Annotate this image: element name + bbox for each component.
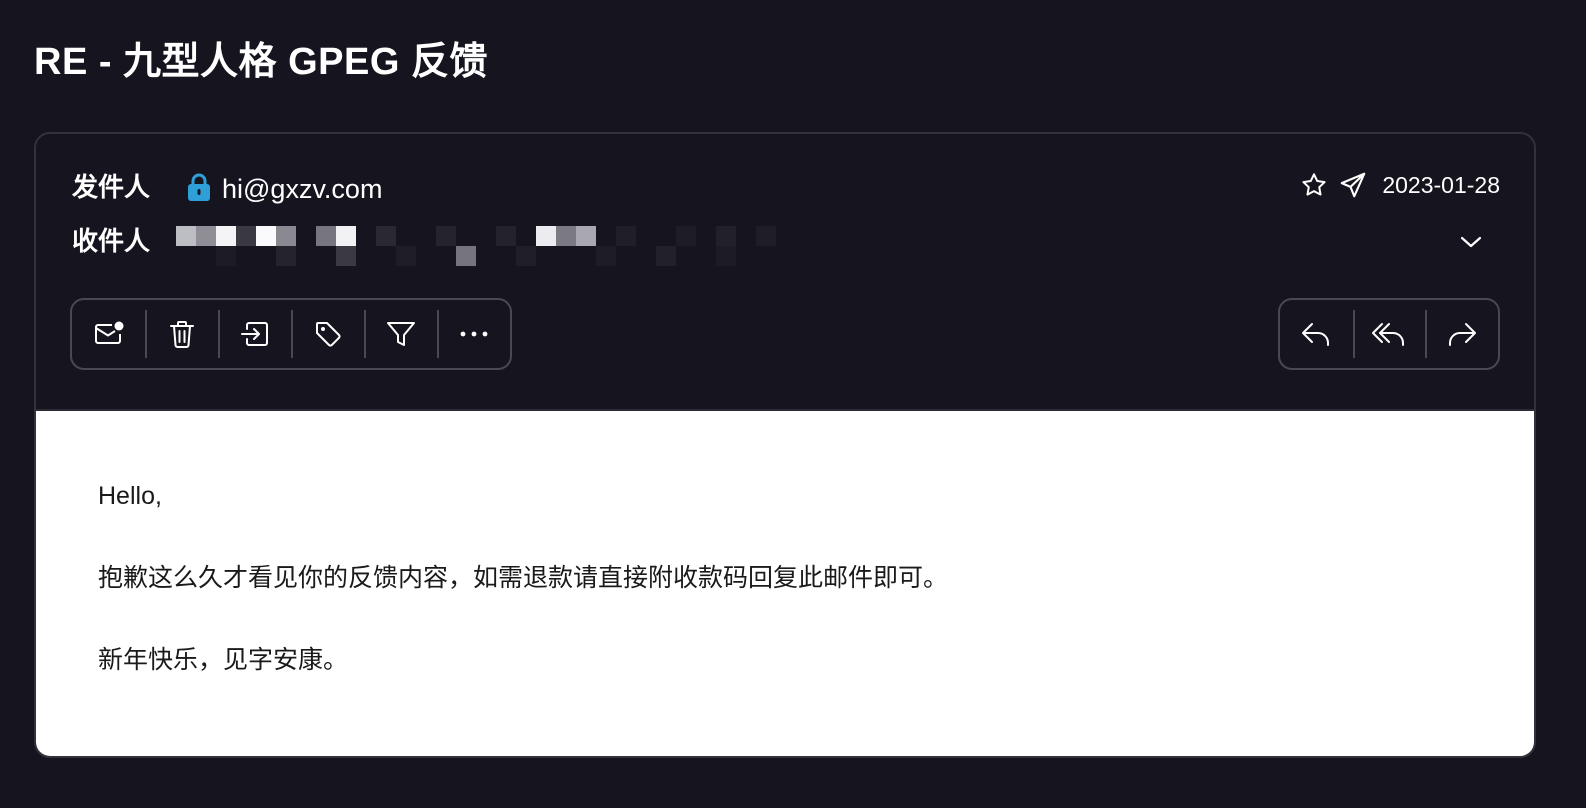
body-greeting: Hello,	[98, 482, 162, 510]
email-subject: RE - 九型人格 GPEG 反馈	[34, 41, 488, 83]
chevron-down-icon[interactable]	[1458, 232, 1484, 252]
lock-icon	[188, 173, 210, 201]
tag-button[interactable]	[291, 300, 364, 368]
trash-icon	[169, 321, 194, 348]
email-header: 发件人 hi@gxzv.com 收件人 2023-01-28	[36, 134, 1534, 409]
delete-button[interactable]	[145, 300, 218, 368]
email-date: 2023-01-28	[1382, 171, 1500, 198]
forward-button[interactable]	[1425, 300, 1498, 368]
more-button[interactable]	[437, 300, 510, 368]
reply-actions-toolbar	[1278, 298, 1500, 370]
reply-icon	[1302, 323, 1330, 346]
forward-icon	[1448, 323, 1476, 346]
reply-all-icon	[1372, 323, 1404, 346]
sent-icon	[1341, 172, 1366, 198]
reply-all-button[interactable]	[1352, 300, 1426, 368]
star-icon[interactable]	[1300, 171, 1328, 199]
mark-unread-icon	[94, 321, 123, 344]
move-button[interactable]	[218, 300, 291, 368]
body-paragraph: 抱歉这么久才看见你的反馈内容，如需退款请直接附收款码回复此邮件即可。	[98, 564, 949, 592]
more-icon	[460, 331, 487, 337]
from-address[interactable]: hi@gxzv.com	[222, 172, 382, 206]
from-label: 发件人	[72, 172, 151, 202]
mark-unread-button[interactable]	[72, 300, 145, 368]
message-actions-toolbar	[70, 298, 512, 370]
email-body: Hello, 抱歉这么久才看见你的反馈内容，如需退款请直接附收款码回复此邮件即可…	[36, 409, 1534, 756]
filter-icon	[386, 322, 415, 346]
email-meta: 2023-01-28	[1300, 170, 1500, 200]
email-card: 发件人 hi@gxzv.com 收件人 2023-01-28 Hello, 抱歉…	[34, 132, 1536, 758]
body-closing: 新年快乐，见字安康。	[98, 646, 349, 674]
to-label: 收件人	[72, 226, 151, 256]
recipients-redacted	[176, 226, 776, 266]
reply-button[interactable]	[1280, 300, 1353, 368]
filter-button[interactable]	[364, 300, 437, 368]
tag-icon	[315, 322, 341, 347]
move-to-icon	[240, 322, 268, 346]
